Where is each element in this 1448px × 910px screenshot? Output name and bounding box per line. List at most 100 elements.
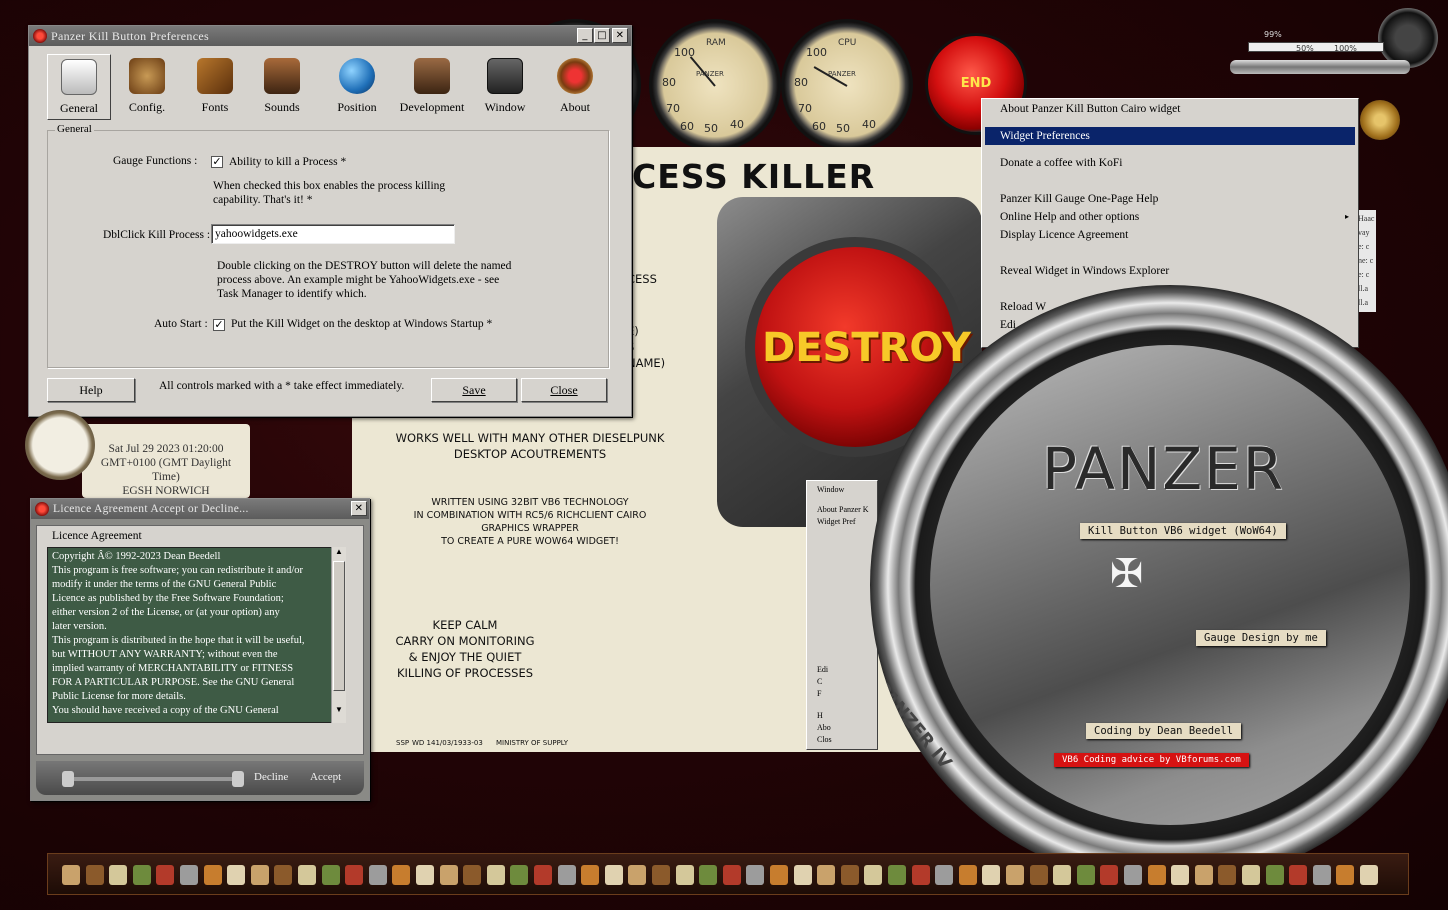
speaker-gadget[interactable]	[1378, 8, 1438, 68]
dock-app-icon[interactable]	[604, 865, 623, 885]
dock-app-icon[interactable]	[652, 865, 670, 885]
dock-app-icon[interactable]	[156, 865, 175, 885]
dock-app-icon[interactable]	[1124, 865, 1142, 885]
dock-app-icon[interactable]	[439, 865, 458, 885]
auto-start-checkbox[interactable]: ✓	[213, 319, 225, 331]
licence-slider-knob[interactable]	[232, 771, 244, 787]
dock-app-icon[interactable]	[557, 865, 576, 885]
menu-item-widget-preferences[interactable]: Widget Preferences	[985, 127, 1355, 145]
dock-app-icon[interactable]	[180, 865, 198, 885]
dock-app-icon[interactable]	[1100, 865, 1119, 885]
dock-app-icon[interactable]	[85, 865, 104, 885]
panzer-bezel-widget[interactable]: PANZER ✠ Kill Button VB6 widget (WoW64) …	[870, 285, 1448, 885]
dock-app-icon[interactable]	[368, 865, 387, 885]
close-window-button[interactable]: ✕	[612, 28, 628, 43]
dock-app-icon[interactable]	[746, 865, 765, 885]
dock-app-icon[interactable]	[1336, 865, 1355, 885]
tab-sounds[interactable]: Sounds	[250, 54, 314, 120]
tab-development[interactable]: Development	[395, 54, 469, 120]
dock-app-icon[interactable]	[132, 865, 151, 885]
tab-window[interactable]: Window	[473, 54, 537, 120]
tab-general[interactable]: General	[47, 54, 111, 120]
preferences-titlebar[interactable]: Panzer Kill Button Preferences _ □ ✕	[29, 26, 631, 46]
dock-app-icon[interactable]	[203, 865, 222, 885]
dock-app-icon[interactable]	[1194, 865, 1213, 885]
ram-gauge[interactable]: RAM 100 80 70 60 50 40 PANZER	[652, 22, 778, 148]
dock-app-icon[interactable]	[840, 865, 859, 885]
clock-icon[interactable]	[25, 410, 95, 480]
dock-app-icon[interactable]	[1171, 865, 1190, 885]
dock-app-icon[interactable]	[534, 865, 552, 885]
tab-about[interactable]: About	[543, 54, 607, 120]
dock-app-icon[interactable]	[1218, 865, 1237, 885]
dock-app-icon[interactable]	[817, 865, 836, 885]
dock-app-icon[interactable]	[699, 865, 718, 885]
dock-app-icon[interactable]	[298, 865, 316, 885]
tab-position[interactable]: Position	[325, 54, 389, 120]
dock-app-icon[interactable]	[1029, 865, 1048, 885]
dock-app-icon[interactable]	[250, 865, 269, 885]
help-button[interactable]: Help	[47, 378, 135, 402]
dock-app-icon[interactable]	[1360, 865, 1378, 885]
secondary-menu-item[interactable]: About Panzer K	[817, 505, 869, 514]
dock-app-icon[interactable]	[486, 865, 505, 885]
dock-app-icon[interactable]	[793, 865, 812, 885]
dock-app-icon[interactable]	[109, 865, 128, 885]
secondary-menu-item[interactable]: H	[817, 711, 823, 720]
dock-app-icon[interactable]	[581, 865, 600, 885]
menu-item-donate[interactable]: Donate a coffee with KoFi	[985, 154, 1355, 172]
dock-app-icon[interactable]	[1076, 865, 1095, 885]
dock-app-icon[interactable]	[982, 865, 1001, 885]
kill-process-checkbox-label[interactable]: Ability to kill a Process *	[229, 156, 346, 168]
dock-app-icon[interactable]	[888, 865, 906, 885]
licence-slider-knob[interactable]	[62, 771, 74, 787]
dock-app-icon[interactable]	[1312, 865, 1331, 885]
dock-app-icon[interactable]	[463, 865, 482, 885]
dock-app-icon[interactable]	[770, 865, 788, 885]
secondary-menu-item[interactable]: Widget Pref	[817, 517, 856, 526]
dock-app-icon[interactable]	[722, 865, 741, 885]
volume-bar[interactable]	[1248, 42, 1384, 52]
minimize-button[interactable]: _	[577, 28, 593, 43]
decline-button[interactable]: Decline	[254, 771, 288, 783]
secondary-menu-item[interactable]: Clos	[817, 735, 832, 744]
tab-config[interactable]: Config.	[115, 54, 179, 120]
clock-card[interactable]: Sat Jul 29 2023 01:20:00 GMT+0100 (GMT D…	[82, 424, 250, 498]
licence-titlebar[interactable]: Licence Agreement Accept or Decline... ✕	[31, 499, 369, 519]
scroll-thumb[interactable]	[333, 561, 345, 691]
menu-item-online-help[interactable]: Online Help and other options ▸	[985, 208, 1355, 226]
bezel-tag-vbforums[interactable]: VB6 Coding advice by VBforums.com	[1054, 753, 1249, 767]
dock-app-icon[interactable]	[274, 865, 293, 885]
maximize-button[interactable]: □	[594, 28, 610, 43]
auto-start-checkbox-label[interactable]: Put the Kill Widget on the desktop at Wi…	[231, 318, 492, 330]
close-button[interactable]: Close	[521, 378, 607, 402]
licence-text-area[interactable]: Copyright Â© 1992-2023 Dean Beedell This…	[47, 547, 339, 723]
dock-app-icon[interactable]	[958, 865, 977, 885]
dock-app-icon[interactable]	[1006, 865, 1024, 885]
secondary-menu-item[interactable]: Edi	[817, 665, 828, 674]
dock-app-icon[interactable]	[227, 865, 246, 885]
secondary-menu-item[interactable]: Window	[817, 485, 844, 494]
save-button[interactable]: Save	[431, 378, 517, 402]
scroll-up-icon[interactable]: ▲	[332, 547, 346, 561]
kill-process-checkbox[interactable]: ✓	[211, 156, 223, 168]
dock-app-icon[interactable]	[1242, 865, 1260, 885]
close-window-button[interactable]: ✕	[351, 501, 367, 516]
dock-app-icon[interactable]	[628, 865, 647, 885]
menu-item-licence[interactable]: Display Licence Agreement	[985, 226, 1355, 244]
secondary-menu-item[interactable]: F	[817, 689, 821, 698]
accept-button[interactable]: Accept	[310, 771, 341, 783]
cpu-gauge[interactable]: CPU 100 80 70 60 50 40 PANZER	[784, 22, 910, 148]
dock-app-icon[interactable]	[392, 865, 411, 885]
secondary-menu-item[interactable]: Abo	[817, 723, 831, 732]
tab-fonts[interactable]: Fonts	[183, 54, 247, 120]
dock-app-icon[interactable]	[321, 865, 340, 885]
menu-item-reveal[interactable]: Reveal Widget in Windows Explorer	[985, 262, 1355, 280]
dock-app-icon[interactable]	[864, 865, 883, 885]
dock-app-icon[interactable]	[675, 865, 694, 885]
licence-scrollbar[interactable]: ▲ ▼	[331, 547, 346, 723]
secondary-menu-item[interactable]: C	[817, 677, 822, 686]
dock-app-icon[interactable]	[1053, 865, 1072, 885]
scroll-down-icon[interactable]: ▼	[332, 705, 346, 719]
dock-app-icon[interactable]	[62, 865, 80, 885]
